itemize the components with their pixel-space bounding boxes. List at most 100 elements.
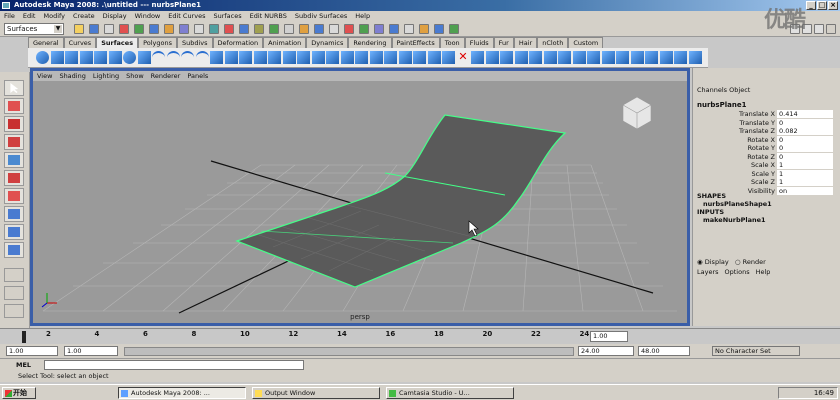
- shelf-tab-curves[interactable]: Curves: [63, 37, 97, 48]
- current-frame-field[interactable]: 1.00: [590, 331, 628, 342]
- menu-edit-nurbs[interactable]: Edit NURBS: [250, 12, 287, 20]
- shelf-tab-animation[interactable]: Animation: [263, 37, 307, 48]
- status-tool-icon[interactable]: [89, 24, 99, 34]
- status-tool-icon[interactable]: [314, 24, 324, 34]
- shelf-tool-icon[interactable]: [94, 51, 107, 64]
- menu-subdiv-surfaces[interactable]: Subdiv Surfaces: [295, 12, 347, 20]
- shelf-tab-fur[interactable]: Fur: [493, 37, 514, 48]
- status-tool-icon[interactable]: [434, 24, 444, 34]
- render-radio[interactable]: ○: [735, 258, 743, 266]
- shelf-tool-icon[interactable]: [529, 51, 542, 64]
- shelf-tool-icon[interactable]: [326, 51, 339, 64]
- attr-value-field[interactable]: 1: [777, 169, 833, 178]
- menu-modify[interactable]: Modify: [43, 12, 65, 20]
- shelf-tool-icon[interactable]: [645, 51, 658, 64]
- display-radio[interactable]: ◉: [697, 258, 705, 266]
- attr-row[interactable]: Scale Z1: [697, 178, 833, 186]
- shelf-tool-icon[interactable]: [137, 51, 151, 64]
- attr-row[interactable]: Translate Y0: [697, 118, 833, 127]
- shelf-tab-subdivs[interactable]: Subdivs: [177, 37, 213, 48]
- shelf-tool-icon[interactable]: [195, 51, 209, 64]
- shelf-tool-icon[interactable]: [442, 51, 455, 64]
- range-bar[interactable]: [124, 347, 574, 356]
- menu-edit[interactable]: Edit: [23, 12, 36, 20]
- tool-button[interactable]: [4, 170, 24, 186]
- status-tool-icon[interactable]: [269, 24, 279, 34]
- status-tool-icon[interactable]: [404, 24, 414, 34]
- shelf-tool-icon[interactable]: [514, 51, 528, 64]
- attr-value-field[interactable]: 0: [777, 135, 833, 144]
- shelf-tool-icon[interactable]: [630, 51, 644, 64]
- shelf-tab-painteffects[interactable]: PaintEffects: [391, 37, 440, 48]
- attr-value-field[interactable]: on: [777, 186, 833, 195]
- layer-menu-layers[interactable]: Layers: [697, 268, 719, 276]
- shelf-tool-icon[interactable]: [253, 51, 267, 64]
- status-tool-icon[interactable]: [119, 24, 129, 34]
- menu-file[interactable]: File: [4, 12, 15, 20]
- shelf-tool-icon[interactable]: [36, 51, 49, 64]
- shelf-tool-icon[interactable]: [65, 51, 78, 64]
- shelf-tool-icon[interactable]: [688, 51, 702, 64]
- layer-menu-help[interactable]: Help: [756, 268, 771, 276]
- shelf-tool-icon[interactable]: [659, 51, 673, 64]
- attr-row[interactable]: Translate Z 0.082: [697, 127, 833, 135]
- shelf-tool-icon[interactable]: [558, 51, 571, 64]
- shelf-tool-icon[interactable]: [427, 51, 441, 64]
- select-tool-button[interactable]: [4, 80, 24, 96]
- panel-menu-shading[interactable]: Shading: [59, 72, 85, 80]
- shelf-tab-ncloth[interactable]: nCloth: [537, 37, 569, 48]
- status-tool-icon[interactable]: [389, 24, 399, 34]
- attr-value-field[interactable]: 0: [777, 118, 833, 127]
- status-tool-icon[interactable]: [164, 24, 174, 34]
- status-tool-icon[interactable]: [374, 24, 384, 34]
- shelf-tool-icon[interactable]: [311, 51, 325, 64]
- shelf-tool-icon[interactable]: [500, 51, 513, 64]
- shelf-tool-icon[interactable]: [210, 51, 223, 64]
- shelf-tool-icon[interactable]: [616, 51, 629, 64]
- attr-row[interactable]: Scale Y1: [697, 169, 833, 178]
- shelf-tool-icon[interactable]: [572, 51, 586, 64]
- status-tool-icon[interactable]: [449, 24, 459, 34]
- shelf-tool-icon[interactable]: [485, 51, 499, 64]
- shelf-tool-icon[interactable]: [224, 51, 238, 64]
- status-tool-icon[interactable]: [104, 24, 114, 34]
- menu-surfaces[interactable]: Surfaces: [213, 12, 241, 20]
- panel-menu-panels[interactable]: Panels: [187, 72, 208, 80]
- shelf-tab-toon[interactable]: Toon: [439, 37, 465, 48]
- status-tool-icon[interactable]: [179, 24, 189, 34]
- taskbar-item[interactable]: Autodesk Maya 2008: ...: [118, 387, 246, 399]
- shelf-tool-icon[interactable]: [108, 51, 122, 64]
- current-time-marker[interactable]: [22, 331, 26, 343]
- shelf-tool-icon[interactable]: [413, 51, 426, 64]
- status-tool-icon[interactable]: [149, 24, 159, 34]
- attr-row[interactable]: Scale X1: [697, 161, 833, 169]
- tool-button[interactable]: [4, 206, 24, 222]
- shelf-tab-hair[interactable]: Hair: [513, 37, 538, 48]
- layout-button[interactable]: [4, 268, 24, 282]
- menu-window[interactable]: Window: [135, 12, 161, 20]
- taskbar-item[interactable]: Output Window: [252, 387, 380, 399]
- start-button[interactable]: 开始: [2, 387, 36, 399]
- status-tool-icon[interactable]: [209, 24, 219, 34]
- shelf-tool-icon[interactable]: [50, 51, 64, 64]
- panel-menu-lighting[interactable]: Lighting: [93, 72, 119, 80]
- shelf-tool-icon[interactable]: [79, 51, 93, 64]
- shelf-tool-icon[interactable]: [268, 51, 281, 64]
- tool-button[interactable]: [4, 98, 24, 114]
- shelf-tool-icon[interactable]: [282, 51, 296, 64]
- layout-button[interactable]: [4, 304, 24, 318]
- tool-button[interactable]: [4, 134, 24, 150]
- shelf-tab-deformation[interactable]: Deformation: [212, 37, 264, 48]
- status-tool-icon[interactable]: [134, 24, 144, 34]
- status-tool-icon[interactable]: [329, 24, 339, 34]
- status-tool-icon[interactable]: [254, 24, 264, 34]
- menu-display[interactable]: Display: [103, 12, 127, 20]
- character-set-dropdown[interactable]: No Character Set: [712, 346, 800, 356]
- command-input[interactable]: [44, 360, 304, 370]
- attr-row[interactable]: Rotate Y0: [697, 144, 833, 152]
- status-tool-icon[interactable]: [299, 24, 309, 34]
- viewport-scene[interactable]: persp: [33, 81, 687, 323]
- shelf-tool-icon[interactable]: [340, 51, 354, 64]
- shelf-tool-icon[interactable]: [239, 51, 252, 64]
- status-tool-icon[interactable]: [239, 24, 249, 34]
